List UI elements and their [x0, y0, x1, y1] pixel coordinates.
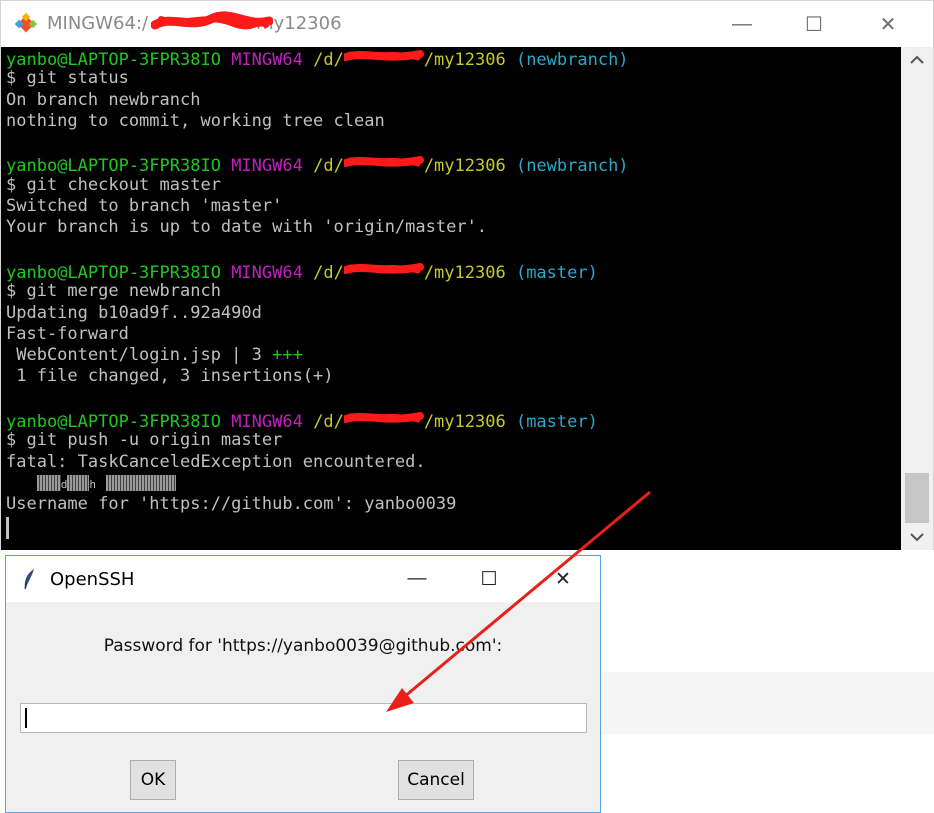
- text-caret: [25, 708, 27, 728]
- output-line: Updating b10ad9f..92a490d: [6, 302, 262, 323]
- prompt-branch: (newbranch): [515, 156, 629, 177]
- prompt-path-suffix: /my12306: [423, 412, 506, 433]
- prompt-user: yanbo@LAPTOP-3FPR38IO: [6, 412, 221, 433]
- scrollbar-thumb[interactable]: [905, 473, 929, 523]
- password-input[interactable]: [20, 703, 587, 733]
- prompt-path-prefix: /d/: [313, 412, 344, 433]
- path-redaction: [343, 47, 424, 65]
- prompt-shell: MINGW64: [231, 412, 303, 433]
- terminal-output[interactable]: yanbo@LAPTOP-3FPR38IO MINGW64 /d/ /my1230…: [1, 47, 901, 550]
- prompt-line: yanbo@LAPTOP-3FPR38IO MINGW64 /d/ /my1230…: [1, 153, 901, 177]
- diffstat-line: WebContent/login.jsp | 3 +++: [6, 345, 303, 366]
- prompt-user: yanbo@LAPTOP-3FPR38IO: [6, 50, 221, 70]
- dialog-maximize-button[interactable]: ☐: [454, 556, 524, 602]
- maximize-button[interactable]: ☐: [779, 1, 849, 47]
- output-line: On branch newbranch: [6, 89, 201, 110]
- terminal-titlebar[interactable]: MINGW64:/my12306 — ☐ ✕: [1, 1, 933, 47]
- chevron-down-icon[interactable]: [901, 524, 933, 550]
- prompt-path-prefix: /d/: [313, 156, 344, 177]
- output-line: nothing to commit, working tree clean: [6, 110, 385, 131]
- output-line: Fast-forward: [6, 323, 129, 344]
- output-line: $ git merge newbranch: [6, 281, 221, 302]
- vertical-scrollbar[interactable]: [901, 47, 933, 550]
- garbled-glyphs: [36, 474, 61, 491]
- garbled-line: dh: [1, 473, 901, 494]
- prompt-path-suffix: /my12306: [423, 50, 506, 70]
- output-line: 1 file changed, 3 insertions(+): [6, 366, 334, 387]
- dialog-titlebar[interactable]: OpenSSH — ☐ ✕: [6, 556, 600, 602]
- output-line: fatal: TaskCanceledException encountered…: [6, 451, 426, 472]
- output-line: $ git checkout master: [6, 174, 221, 195]
- dialog-title: OpenSSH: [50, 569, 135, 590]
- prompt-path-suffix: /my12306: [423, 156, 506, 177]
- garbled-glyphs: [106, 474, 177, 491]
- output-line: Switched to branch 'master': [6, 196, 283, 217]
- close-button[interactable]: ✕: [853, 1, 923, 47]
- prompt-path-suffix: /my12306: [423, 262, 506, 283]
- terminal-window: MINGW64:/my12306 — ☐ ✕ yanbo@LAPTOP-3FPR…: [0, 0, 934, 550]
- output-line: $ git push -u origin master: [6, 430, 283, 451]
- chevron-up-icon[interactable]: [901, 47, 933, 73]
- prompt-shell: MINGW64: [231, 50, 303, 70]
- prompt-branch: (master): [515, 262, 598, 283]
- dialog-minimize-button[interactable]: —: [382, 556, 452, 602]
- prompt-line: yanbo@LAPTOP-3FPR38IO MINGW64 /d/ /my1230…: [1, 260, 901, 283]
- prompt-path-prefix: /d/: [313, 50, 344, 70]
- prompt-user: yanbo@LAPTOP-3FPR38IO: [6, 262, 221, 283]
- openssh-dialog: OpenSSH — ☐ ✕ Password for 'https://yanb…: [5, 555, 601, 813]
- terminal-cursor: [6, 517, 9, 539]
- output-line: $ git status: [6, 68, 129, 89]
- garbled-glyphs: [67, 474, 90, 491]
- git-diamond-icon: [15, 13, 37, 33]
- prompt-line: yanbo@LAPTOP-3FPR38IO MINGW64 /d/ /my1230…: [1, 47, 901, 70]
- ok-button[interactable]: OK: [130, 760, 176, 800]
- minimize-button[interactable]: —: [707, 1, 777, 47]
- password-prompt-label: Password for 'https://yanbo0039@github.c…: [103, 636, 503, 656]
- path-redaction: [343, 260, 424, 278]
- prompt-shell: MINGW64: [231, 156, 303, 177]
- background-window-strip: [600, 672, 934, 734]
- path-redaction: [343, 409, 424, 427]
- output-line: Your branch is up to date with 'origin/m…: [6, 217, 488, 238]
- prompt-branch: (newbranch): [515, 50, 629, 70]
- dialog-close-button[interactable]: ✕: [528, 556, 598, 602]
- prompt-branch: (master): [515, 412, 598, 433]
- cancel-button[interactable]: Cancel: [398, 760, 474, 800]
- title-redaction: [151, 11, 273, 30]
- prompt-user: yanbo@LAPTOP-3FPR38IO: [6, 156, 221, 177]
- feather-icon: [24, 569, 34, 590]
- prompt-line: yanbo@LAPTOP-3FPR38IO MINGW64 /d/ /my1230…: [1, 409, 901, 433]
- diffstat-plus: +++: [272, 345, 303, 366]
- output-line: Username for 'https://github.com': yanbo…: [6, 494, 457, 515]
- prompt-shell: MINGW64: [231, 262, 303, 283]
- prompt-path-prefix: /d/: [313, 262, 344, 283]
- path-redaction: [343, 153, 424, 171]
